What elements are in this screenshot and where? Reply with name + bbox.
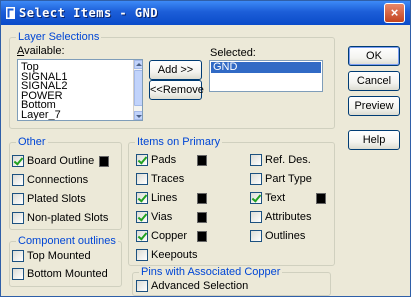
- add-button[interactable]: Add >>: [149, 60, 202, 80]
- text-label[interactable]: Text: [265, 192, 285, 204]
- remove-button[interactable]: <<Remove: [149, 80, 204, 100]
- scroll-up-button[interactable]: [134, 60, 142, 69]
- scroll-up-arrow-icon: [136, 63, 142, 66]
- copper-checkbox[interactable]: [136, 230, 148, 242]
- ok-button-label: OK: [366, 50, 382, 62]
- help-button-label: Help: [362, 134, 386, 146]
- traces-label[interactable]: Traces: [151, 173, 184, 185]
- selected-layers-list[interactable]: GND: [209, 60, 323, 92]
- close-icon: ×: [390, 5, 399, 20]
- outlines-checkbox[interactable]: [250, 230, 262, 242]
- ok-button[interactable]: OK: [348, 46, 400, 66]
- help-button[interactable]: Help: [348, 130, 400, 150]
- connections-checkbox[interactable]: [12, 174, 24, 186]
- available-label: Available:: [17, 45, 65, 58]
- other-legend: Other: [16, 136, 48, 149]
- attributes-label[interactable]: Attributes: [265, 211, 311, 223]
- title-bar[interactable]: Select Items - GND ×: [1, 1, 410, 25]
- close-button[interactable]: ×: [384, 3, 405, 23]
- pins-with-copper-legend: Pins with Associated Copper: [139, 266, 283, 279]
- text-color-swatch[interactable]: [316, 193, 326, 204]
- available-list-scrollbar[interactable]: [133, 60, 142, 120]
- app-icon: [6, 7, 15, 19]
- part-type-label[interactable]: Part Type: [265, 173, 312, 185]
- keepouts-label[interactable]: Keepouts: [151, 249, 197, 261]
- part-type-checkbox[interactable]: [250, 173, 262, 185]
- board-outline-checkbox[interactable]: [12, 155, 24, 167]
- component-outlines-group: Component outlines: [9, 235, 122, 287]
- available-label-text: vailable:: [24, 45, 65, 57]
- plated-slots-checkbox[interactable]: [12, 193, 24, 205]
- plated-slots-label[interactable]: Plated Slots: [27, 193, 86, 205]
- items-on-primary-legend: Items on Primary: [135, 136, 223, 149]
- non-plated-slots-checkbox[interactable]: [12, 212, 24, 224]
- selected-label: Selected:: [210, 47, 256, 59]
- add-button-label: Add >>: [157, 64, 194, 76]
- list-item-layer-7[interactable]: Layer_7: [21, 110, 61, 121]
- copper-color-swatch[interactable]: [197, 231, 207, 242]
- pads-label[interactable]: Pads: [151, 154, 176, 166]
- vias-color-swatch[interactable]: [197, 212, 207, 223]
- bottom-mounted-label[interactable]: Bottom Mounted: [27, 268, 108, 280]
- available-layers-list[interactable]: Top SIGNAL1 SIGNAL2 POWER Bottom Layer_7: [17, 59, 143, 121]
- keepouts-checkbox[interactable]: [136, 249, 148, 261]
- board-outline-color-swatch[interactable]: [99, 156, 109, 167]
- component-outlines-legend: Component outlines: [16, 235, 118, 248]
- ref-des-label[interactable]: Ref. Des.: [265, 154, 311, 166]
- cancel-button[interactable]: Cancel: [348, 71, 400, 91]
- list-item-gnd[interactable]: GND: [211, 62, 321, 73]
- lines-checkbox[interactable]: [136, 192, 148, 204]
- remove-button-label: <<Remove: [150, 84, 204, 96]
- non-plated-slots-label[interactable]: Non-plated Slots: [27, 212, 108, 224]
- scroll-down-arrow-icon: [136, 115, 142, 118]
- top-mounted-label[interactable]: Top Mounted: [27, 250, 91, 262]
- advanced-selection-checkbox[interactable]: [136, 280, 148, 292]
- vias-label[interactable]: Vias: [151, 211, 172, 223]
- connections-label[interactable]: Connections: [27, 174, 88, 186]
- select-items-dialog: Select Items - GND × Layer Selections Av…: [0, 0, 411, 297]
- bottom-mounted-checkbox[interactable]: [12, 268, 24, 280]
- cancel-button-label: Cancel: [356, 75, 392, 87]
- board-outline-label[interactable]: Board Outline: [27, 155, 94, 167]
- layer-selections-legend: Layer Selections: [16, 31, 102, 44]
- top-mounted-checkbox[interactable]: [12, 250, 24, 262]
- pads-checkbox[interactable]: [136, 154, 148, 166]
- copper-label[interactable]: Copper: [151, 230, 187, 242]
- traces-checkbox[interactable]: [136, 173, 148, 185]
- attributes-checkbox[interactable]: [250, 211, 262, 223]
- preview-button-label: Preview: [354, 100, 394, 112]
- scroll-down-button[interactable]: [134, 111, 142, 120]
- lines-label[interactable]: Lines: [151, 192, 177, 204]
- preview-button[interactable]: Preview: [348, 96, 400, 116]
- vias-checkbox[interactable]: [136, 211, 148, 223]
- window-title: Select Items - GND: [19, 6, 159, 20]
- ref-des-checkbox[interactable]: [250, 154, 262, 166]
- advanced-selection-label[interactable]: Advanced Selection: [151, 280, 248, 292]
- text-checkbox[interactable]: [250, 192, 262, 204]
- outlines-label[interactable]: Outlines: [265, 230, 305, 242]
- pads-color-swatch[interactable]: [197, 155, 207, 166]
- lines-color-swatch[interactable]: [197, 193, 207, 204]
- scroll-thumb[interactable]: [134, 70, 142, 106]
